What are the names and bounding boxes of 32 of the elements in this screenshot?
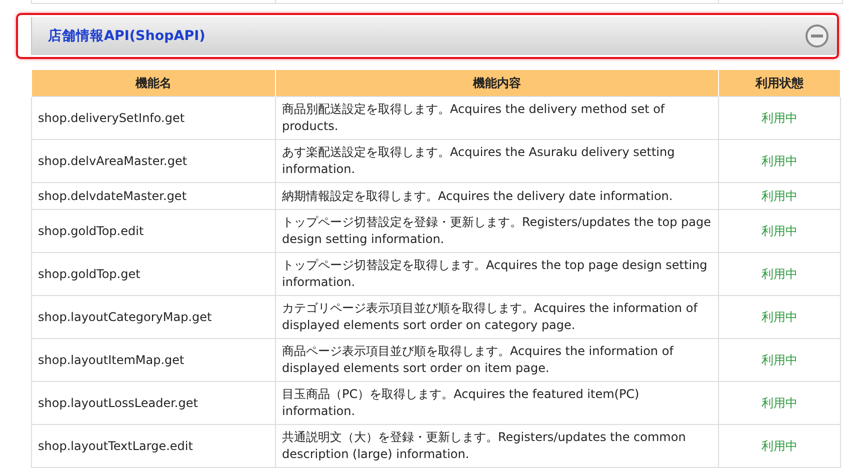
description-cell: 共通説明文（大）を登録・更新します。Registers/updates the common description (large) information.	[276, 424, 718, 468]
description-cell: 目玉商品（PC）を取得します。Acquires the featured item(PC) information.	[276, 382, 718, 424]
status-cell: 利用中	[718, 382, 840, 424]
function-name-cell: shop.layoutCategoryMap.get	[32, 296, 276, 338]
status-cell: 利用中	[718, 338, 840, 382]
status-cell: 利用中	[718, 296, 840, 338]
function-name-cell: shop.layoutTextLarge.edit	[32, 424, 276, 468]
status-cell: 利用中	[718, 424, 840, 468]
status-cell: 利用中	[718, 140, 840, 182]
function-name-cell: shop.layoutItemMap.get	[32, 338, 276, 382]
description-cell: あす楽配送設定を取得します。Acquires the Asuraku delivery setting information.	[276, 140, 718, 182]
function-name-cell: shop.deliverySetInfo.get	[32, 96, 276, 140]
description-cell: 商品別配送設定を取得します。Acquires the delivery method set of products.	[276, 96, 718, 140]
function-name-cell: shop.delvAreaMaster.get	[32, 140, 276, 182]
description-cell: カテゴリページ表示項目並び順を取得します。Acquires the information of displayed elements sort order on category page.	[276, 296, 718, 338]
column-header: 利用状態	[718, 70, 840, 96]
function-name-cell: shop.layoutLossLeader.get	[32, 382, 276, 424]
status-cell: 利用中	[718, 210, 840, 252]
section-title: 店舗情報API(ShopAPI)	[48, 27, 206, 45]
description-cell: トップページ切替設定を取得します。Acquires the top page design setting information.	[276, 252, 718, 296]
status-cell: 利用中	[718, 96, 840, 140]
function-name-cell: shop.goldTop.edit	[32, 210, 276, 252]
column-header: 機能名	[32, 70, 276, 96]
function-name-cell: shop.delvdateMaster.get	[32, 182, 276, 210]
function-name-cell: shop.goldTop.get	[32, 252, 276, 296]
description-cell: トップページ切替設定を登録・更新します。Registers/updates the top page design setting information.	[276, 210, 718, 252]
column-header: 機能内容	[276, 70, 718, 96]
status-cell: 利用中	[718, 182, 840, 210]
collapse-icon[interactable]	[805, 24, 829, 48]
description-cell: 商品ページ表示項目並び順を取得します。Acquires the information of displayed elements sort order on item page.	[276, 338, 718, 382]
description-cell: 納期情報設定を取得します。Acquires the delivery date information.	[276, 182, 718, 210]
status-cell: 利用中	[718, 252, 840, 296]
